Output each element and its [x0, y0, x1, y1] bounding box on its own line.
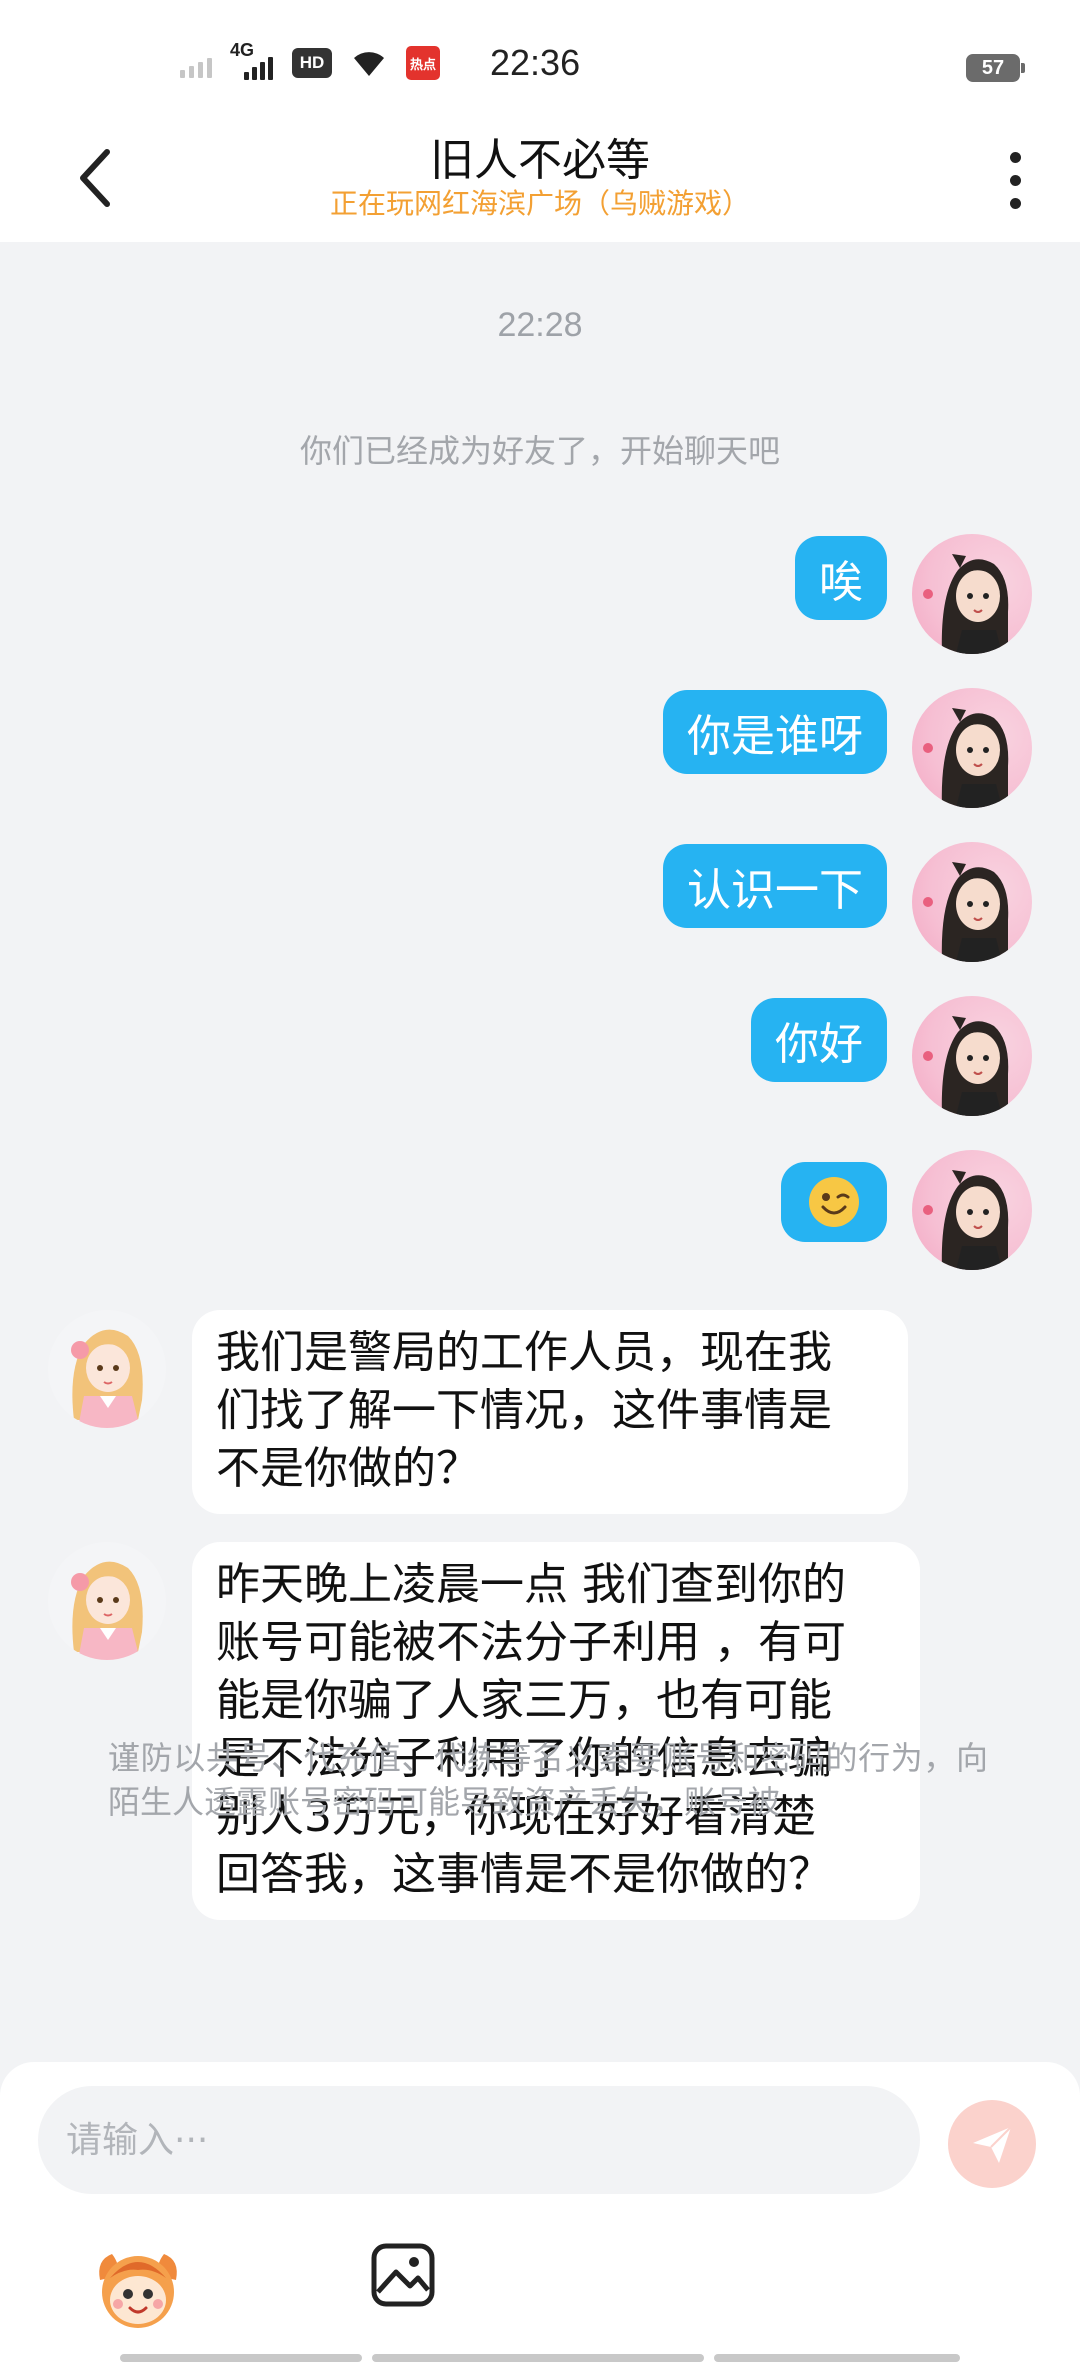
chat-header: 旧人不必等 正在玩网红海滨广场（乌贼游戏）	[0, 110, 1080, 242]
signal-icon	[180, 48, 212, 78]
message-line: 能是你骗了人家三万，也有可能	[216, 1675, 832, 1726]
wifi-icon	[354, 52, 384, 76]
more-options-button[interactable]	[990, 140, 1040, 220]
image-button[interactable]	[370, 2242, 436, 2308]
message-line: 昨天晚上凌晨一点 我们查到你的	[216, 1559, 846, 1610]
app-notification-icon: 热点	[406, 46, 440, 80]
dot-icon	[1009, 174, 1021, 186]
girl-avatar-icon	[923, 1170, 1009, 1270]
dot-icon	[1009, 197, 1021, 209]
message-line: 账号可能被不法分子利用 ，有可	[216, 1617, 846, 1668]
girl-avatar-icon	[923, 862, 1009, 962]
my-avatar[interactable]	[912, 534, 1032, 654]
message-line: 回答我，这事情是不是你做的？	[216, 1849, 832, 1900]
nav-bar-segment	[714, 2354, 960, 2362]
my-avatar[interactable]	[912, 842, 1032, 962]
girl-avatar-icon	[923, 554, 1009, 654]
my-avatar[interactable]	[912, 688, 1032, 808]
my-avatar[interactable]	[912, 1150, 1032, 1270]
network-4g-icon: 4G	[230, 40, 274, 80]
status-time: 22:36	[490, 42, 581, 83]
input-panel	[0, 2062, 1080, 2376]
outgoing-message[interactable]: 你好	[751, 998, 887, 1082]
mascot-emoji-icon	[99, 2254, 177, 2328]
dot-icon	[1009, 151, 1021, 163]
message-line: 不是你做的？	[216, 1443, 480, 1494]
contact-status: 正在玩网红海滨广场（乌贼游戏）	[329, 187, 750, 220]
send-button[interactable]	[948, 2100, 1036, 2188]
contact-avatar[interactable]	[48, 1542, 166, 1660]
message-line: 们找了解一下情况，这件事情是	[216, 1385, 832, 1436]
nav-bar-segment	[372, 2354, 704, 2362]
hd-icon: HD	[292, 48, 332, 78]
outgoing-message[interactable]: 唉	[795, 536, 887, 620]
girl-avatar-icon	[923, 1016, 1009, 1116]
paper-plane-icon	[973, 2126, 1012, 2163]
anime-girl-avatar-icon	[71, 1561, 143, 1660]
message-input[interactable]	[38, 2086, 920, 2194]
outgoing-message[interactable]: 你是谁呀	[663, 690, 887, 774]
girl-avatar-icon	[923, 708, 1009, 808]
anime-girl-avatar-icon	[71, 1329, 143, 1428]
incoming-message[interactable]: 我们是警局的工作人员，现在我 们找了解一下情况，这件事情是 不是你做的？	[192, 1310, 908, 1514]
system-notice: 你们已经成为好友了，开始聊天吧	[299, 432, 780, 470]
battery-icon: 57	[966, 54, 1025, 82]
status-icons: 4G HD 热点	[180, 40, 440, 80]
wink-emoji-icon	[809, 1177, 859, 1227]
my-avatar[interactable]	[912, 996, 1032, 1116]
emoji-button[interactable]	[90, 2240, 186, 2336]
message-timestamp: 22:28	[497, 306, 583, 344]
nav-bar-segment	[120, 2354, 362, 2362]
image-icon	[371, 2243, 435, 2307]
contact-name: 旧人不必等	[430, 135, 650, 186]
security-warning: 谨防以共号、代充值、代练等名义索要账号和密码的行为，向陌生人透露账号密码可能导致…	[108, 1739, 988, 1821]
message-line: 我们是警局的工作人员，现在我	[216, 1327, 832, 1378]
status-bar: 4G HD 热点 22:36 57	[0, 0, 1080, 110]
incoming-message[interactable]: 昨天晚上凌晨一点 我们查到你的 账号可能被不法分子利用 ，有可 能是你骗了人家三…	[192, 1542, 920, 1920]
outgoing-message[interactable]: 认识一下	[663, 844, 887, 928]
outgoing-emoji-message[interactable]	[781, 1162, 887, 1242]
contact-avatar[interactable]	[48, 1310, 166, 1428]
